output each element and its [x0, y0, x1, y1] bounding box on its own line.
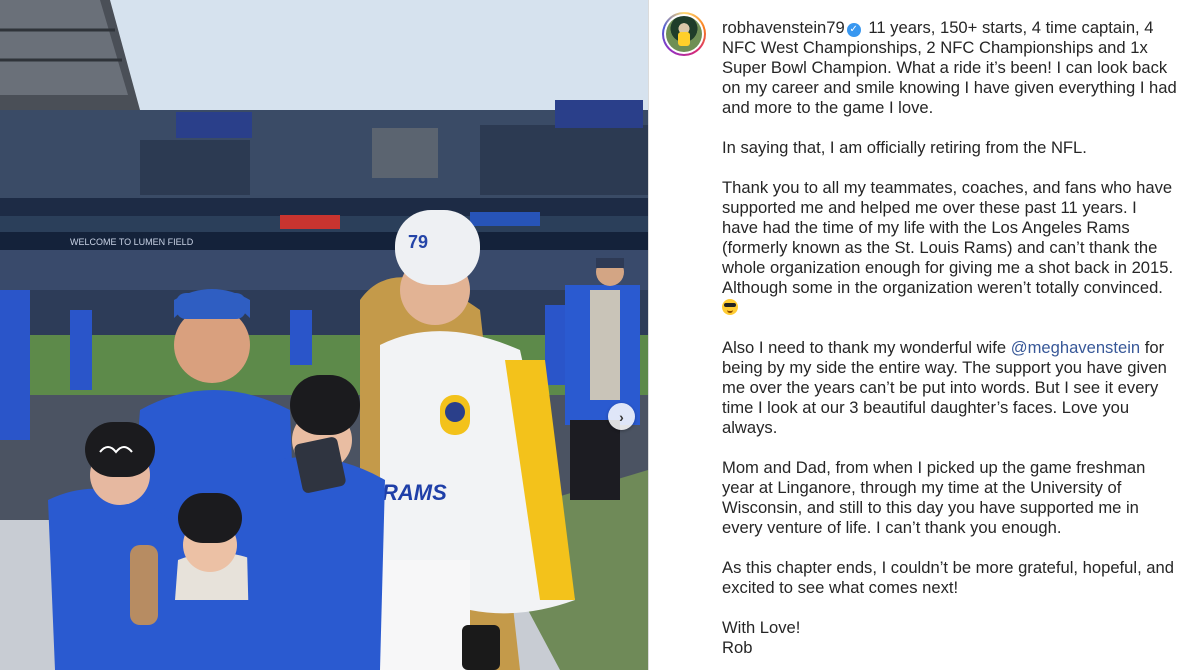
stadium-banner-text: WELCOME TO LUMEN FIELD	[70, 237, 194, 247]
caption-text-4a: Also I need to thank my wonderful wife	[722, 338, 1007, 357]
caption-paragraph-2: In saying that, I am officially retiring…	[722, 138, 1087, 157]
avatar-image	[666, 16, 702, 52]
post-caption: robhavenstein79 ✓ 11 years, 150+ starts, …	[722, 18, 1177, 658]
avatar-ring	[664, 14, 704, 54]
caption-paragraph-6: As this chapter ends, I couldn’t be more…	[722, 558, 1174, 597]
caption-paragraph-1: robhavenstein79 ✓ 11 years, 150+ starts, …	[722, 18, 1177, 118]
mention-link[interactable]: @meghavenstein	[1011, 338, 1140, 357]
chevron-right-icon: ›	[619, 408, 624, 425]
signoff-line-1: With Love!	[722, 618, 801, 637]
sunglasses-emoji-icon	[722, 299, 738, 315]
profile-avatar[interactable]	[662, 12, 706, 56]
next-photo-button[interactable]: ›	[608, 403, 635, 430]
caption-paragraph-3: Thank you to all my teammates, coaches, …	[722, 178, 1177, 318]
caption-text-3: Thank you to all my teammates, coaches, …	[722, 178, 1174, 297]
caption-paragraph-4: Also I need to thank my wonderful wife @…	[722, 338, 1177, 438]
verified-badge-icon: ✓	[846, 23, 861, 37]
beanie-number: 79	[408, 232, 428, 252]
caption-signoff: With Love! Rob	[722, 618, 1177, 658]
signoff-line-2: Rob	[722, 638, 753, 657]
post-photo[interactable]: WELCOME TO LUMEN FIELD 79 RAMS ›	[0, 0, 648, 670]
username-link[interactable]: robhavenstein79	[722, 18, 845, 37]
caption-paragraph-5: Mom and Dad, from when I picked up the g…	[722, 458, 1146, 537]
jacket-text: RAMS	[382, 480, 447, 505]
stadium-family-photo: WELCOME TO LUMEN FIELD 79 RAMS	[0, 0, 648, 670]
